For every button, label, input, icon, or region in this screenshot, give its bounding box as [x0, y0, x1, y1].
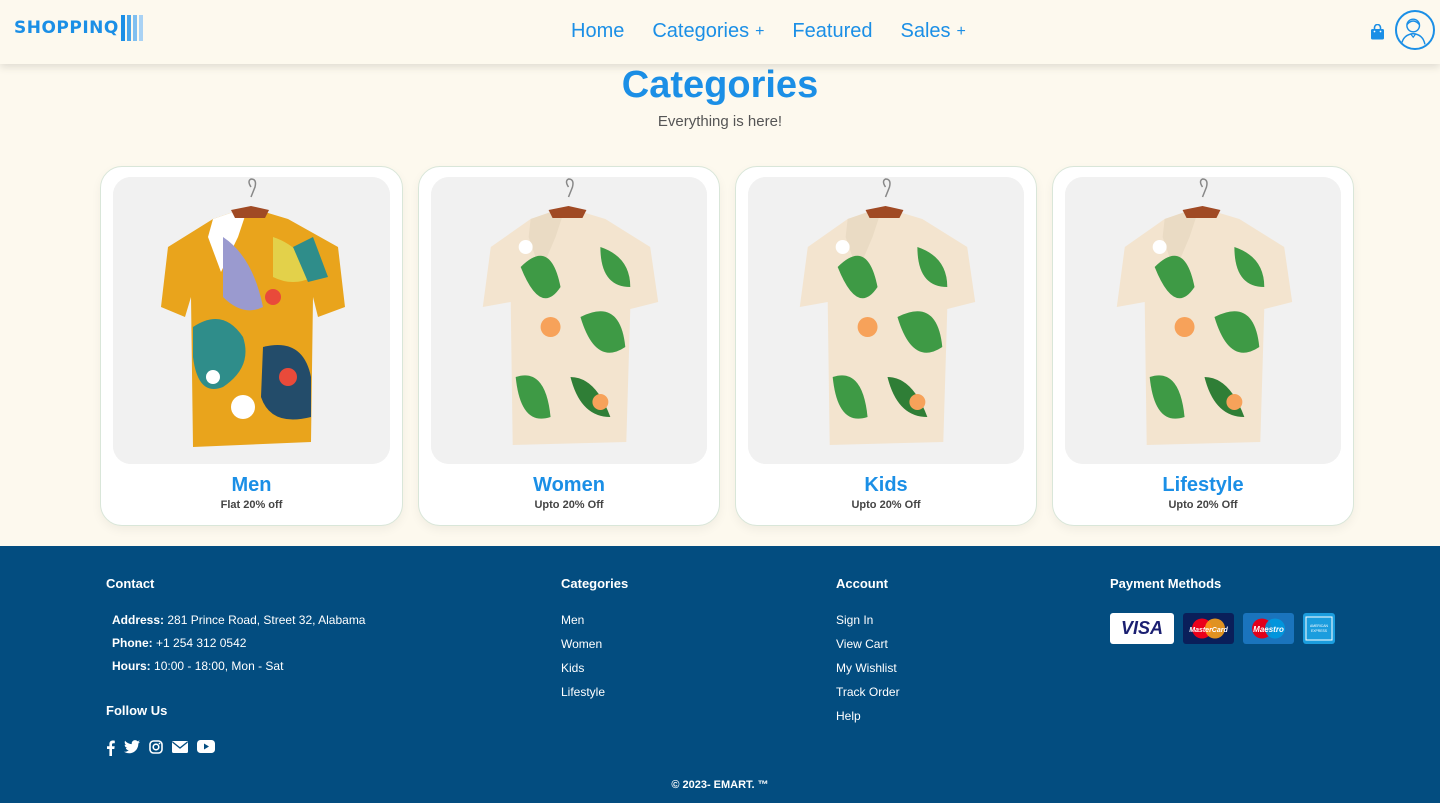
email-icon[interactable] — [172, 740, 188, 755]
category-card-lifestyle[interactable]: Lifestyle Upto 20% Off — [1052, 166, 1354, 526]
visa-icon: VISA — [1110, 613, 1174, 644]
copyright: © 2023- EMART. ™ — [671, 779, 769, 791]
payment-methods: VISA MasterCard Maestro AMERICAN EXPRESS — [1110, 613, 1335, 644]
logo-text: SHOPPINQ — [14, 18, 119, 38]
mastercard-icon: MasterCard — [1183, 613, 1234, 644]
footer-link-lifestyle[interactable]: Lifestyle — [561, 685, 628, 699]
shirt-image — [748, 177, 1024, 464]
category-cards: Men Flat 20% off Women Upto 20% Off Kids… — [100, 166, 1354, 526]
svg-text:EXPRESS: EXPRESS — [1311, 629, 1328, 633]
nav-featured-label: Featured — [792, 20, 873, 42]
payment-heading: Payment Methods — [1110, 576, 1222, 591]
footer-contact: Contact Address: 281 Prince Road, Street… — [106, 576, 365, 682]
categories-heading: Categories — [561, 576, 629, 591]
site-logo[interactable]: SHOPPINQ — [14, 15, 143, 41]
nav-sales-link[interactable]: Sales + — [900, 20, 965, 43]
follow-heading: Follow Us — [106, 703, 168, 718]
category-offer: Flat 20% off — [220, 499, 283, 511]
category-card-women[interactable]: Women Upto 20% Off — [418, 166, 720, 526]
account-heading: Account — [836, 576, 888, 591]
footer-link-kids[interactable]: Kids — [561, 661, 628, 675]
footer: Contact Address: 281 Prince Road, Street… — [0, 546, 1440, 803]
youtube-icon[interactable] — [197, 740, 215, 755]
navbar: SHOPPINQ Home Categories + Featured Sales… — [0, 0, 1440, 64]
contact-address: Address: 281 Prince Road, Street 32, Ala… — [112, 613, 366, 627]
category-name: Women — [533, 474, 605, 496]
svg-text:MasterCard: MasterCard — [1189, 627, 1228, 634]
contact-heading: Contact — [106, 576, 155, 591]
footer-link-view-cart[interactable]: View Cart — [836, 637, 900, 651]
svg-text:Maestro: Maestro — [1253, 625, 1284, 634]
user-avatar-icon[interactable] — [1395, 10, 1435, 50]
footer-link-sign-in[interactable]: Sign In — [836, 613, 900, 627]
footer-link-track-order[interactable]: Track Order — [836, 685, 900, 699]
footer-payment: Payment Methods VISA MasterCard Maestro … — [1110, 576, 1335, 644]
category-offer: Upto 20% Off — [1168, 499, 1238, 511]
category-offer: Upto 20% Off — [534, 499, 604, 511]
twitter-icon[interactable] — [124, 740, 140, 755]
nav-categories-label: Categories — [652, 20, 750, 42]
main-nav: Home Categories + Featured Sales + — [571, 20, 966, 43]
social-links — [106, 740, 215, 756]
page-subtitle: Everything is here! — [657, 113, 783, 130]
footer-categories: Categories Men Women Kids Lifestyle — [561, 576, 628, 709]
plus-icon: + — [956, 22, 966, 40]
amex-icon: AMERICAN EXPRESS — [1303, 613, 1335, 644]
maestro-icon: Maestro — [1243, 613, 1294, 644]
category-name: Lifestyle — [1162, 474, 1244, 496]
footer-link-men[interactable]: Men — [561, 613, 628, 627]
category-card-kids[interactable]: Kids Upto 20% Off — [735, 166, 1037, 526]
nav-home-link[interactable]: Home — [571, 20, 624, 43]
footer-link-help[interactable]: Help — [836, 709, 900, 723]
footer-link-wishlist[interactable]: My Wishlist — [836, 661, 900, 675]
category-offer: Upto 20% Off — [851, 499, 921, 511]
shirt-image — [431, 177, 707, 464]
svg-text:AMERICAN: AMERICAN — [1310, 624, 1328, 628]
category-name: Kids — [864, 474, 908, 496]
facebook-icon[interactable] — [106, 740, 115, 756]
category-card-men[interactable]: Men Flat 20% off — [100, 166, 403, 526]
instagram-icon[interactable] — [149, 740, 163, 755]
shopping-bag-icon[interactable] — [1370, 23, 1385, 40]
logo-bars-icon — [120, 15, 143, 41]
footer-account: Account Sign In View Cart My Wishlist Tr… — [836, 576, 900, 733]
plus-icon: + — [755, 22, 765, 40]
footer-link-women[interactable]: Women — [561, 637, 628, 651]
page-title: Categories — [621, 64, 819, 106]
shirt-image — [1065, 177, 1341, 464]
shirt-image — [113, 177, 390, 464]
nav-categories-link[interactable]: Categories + — [652, 20, 764, 43]
nav-featured-link[interactable]: Featured — [792, 20, 872, 43]
nav-sales-label: Sales — [900, 20, 951, 42]
contact-hours: Hours: 10:00 - 18:00, Mon - Sat — [112, 659, 284, 673]
category-name: Men — [231, 474, 272, 496]
nav-home-label: Home — [571, 20, 625, 42]
contact-phone: Phone: +1 254 312 0542 — [112, 636, 247, 650]
